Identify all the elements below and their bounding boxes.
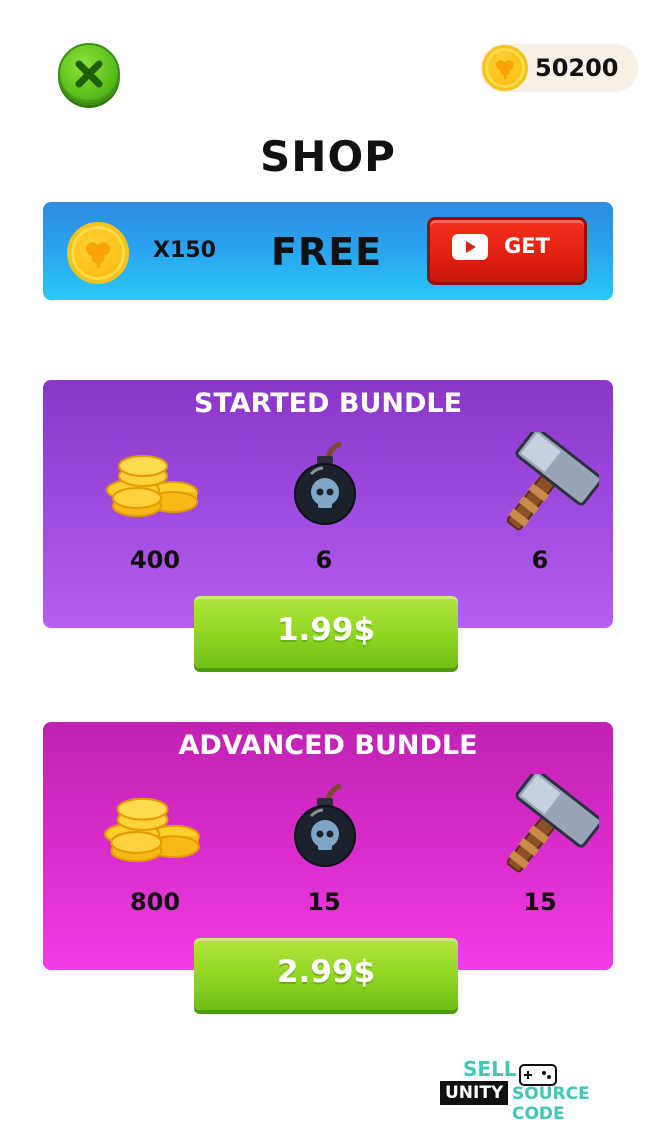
clover-coin-icon <box>482 45 528 91</box>
watermark-logo: SELL UNITY SOURCE CODE <box>436 1055 646 1124</box>
skull-bomb-icon <box>294 442 356 525</box>
price-label: 1.99$ <box>276 612 376 648</box>
bundle-title: STARTED BUNDLE <box>193 388 463 419</box>
youtube-play-icon <box>452 234 488 260</box>
buy-advanced-bundle-button[interactable]: 2.99$ <box>194 938 458 1010</box>
hammer-icon <box>506 774 599 873</box>
watermark-source-code: SOURCE CODE <box>512 1084 590 1124</box>
gold-coins-stack-icon <box>106 455 198 517</box>
get-free-button[interactable]: GET <box>427 217 587 285</box>
buy-started-bundle-button[interactable]: 1.99$ <box>194 596 458 668</box>
close-button[interactable] <box>58 43 120 105</box>
bundle-title: ADVANCED BUNDLE <box>178 730 478 761</box>
page-title: SHOP <box>260 132 396 181</box>
coin-balance-pill: 50200 <box>480 44 638 92</box>
free-label: FREE <box>271 230 383 274</box>
free-multiplier: X150 <box>153 238 216 263</box>
get-button-label: GET <box>504 234 550 258</box>
coins-quantity: 400 <box>129 546 181 574</box>
advanced-bundle-card: ADVANCED BUNDLE 800 15 15 <box>43 722 613 970</box>
bomb-quantity: 6 <box>315 546 333 574</box>
coin-balance: 50200 <box>535 54 619 82</box>
price-label: 2.99$ <box>276 954 376 990</box>
coins-quantity: 800 <box>129 888 181 916</box>
free-coins-banner: X150 FREE GET <box>43 202 613 300</box>
close-x-icon <box>75 60 103 88</box>
watermark-unity: UNITY <box>440 1081 509 1105</box>
gold-coins-stack-icon <box>104 797 200 863</box>
clover-coin-icon <box>67 222 129 284</box>
hammer-quantity: 15 <box>523 888 557 916</box>
hammer-icon <box>506 432 599 531</box>
started-bundle-card: STARTED BUNDLE 400 6 6 <box>43 380 613 628</box>
skull-bomb-icon <box>294 784 356 867</box>
watermark-sell: SELL <box>463 1057 517 1081</box>
hammer-quantity: 6 <box>531 546 549 574</box>
bomb-quantity: 15 <box>307 888 341 916</box>
